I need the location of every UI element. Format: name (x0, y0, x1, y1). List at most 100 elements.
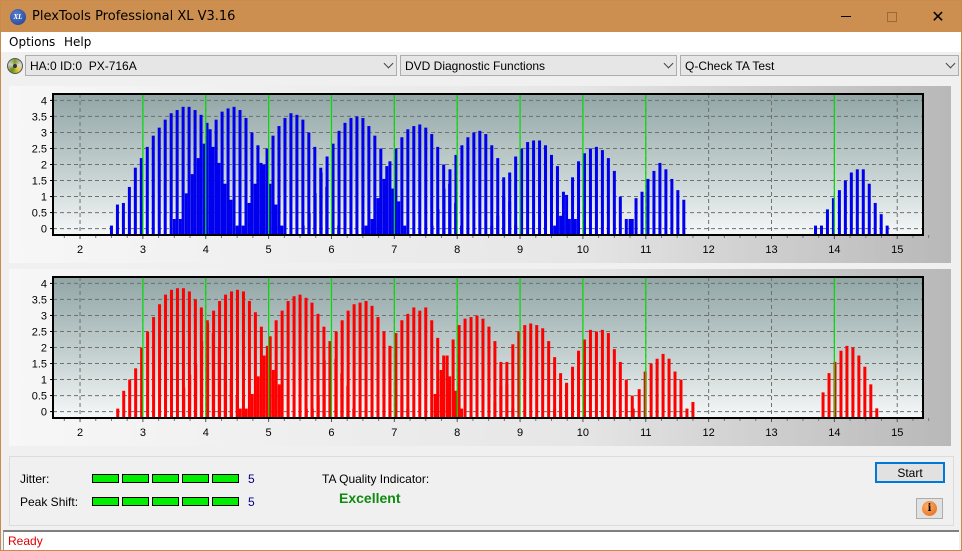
bar (121, 202, 125, 235)
bar (685, 408, 689, 418)
bar (594, 331, 598, 418)
bar (280, 225, 284, 235)
bar (301, 225, 305, 235)
bar (673, 371, 677, 418)
menu-help[interactable]: Help (64, 35, 91, 49)
function-select[interactable]: DVD Diagnostic Functions (400, 55, 677, 76)
bar (238, 110, 242, 235)
bar (122, 390, 126, 418)
y-tick-label: 1.5 (32, 359, 47, 371)
bar (310, 408, 314, 418)
drive-select[interactable]: HA:0 ID:0 PX-716A (25, 55, 397, 76)
minimize-icon (841, 16, 851, 17)
bar (855, 169, 859, 235)
bar (618, 196, 622, 235)
y-tick-label: 0 (41, 224, 47, 236)
bar (370, 218, 374, 235)
maximize-button[interactable] (869, 1, 915, 32)
disc-drive-icon (7, 58, 23, 74)
bar (376, 390, 380, 418)
bar (553, 225, 557, 235)
y-tick-label: 2 (41, 160, 47, 172)
top-chart-panel: 0 0.5 1 1.5 2 2.5 3 3.5 4 2 3 4 5 6 7 8 9 10 11 12 13 14 15 (9, 86, 951, 263)
bar (448, 169, 452, 235)
bar (875, 408, 879, 418)
bar (188, 374, 192, 418)
x-tick-label: 15 (891, 244, 903, 256)
bar (370, 401, 374, 418)
bar (226, 108, 230, 235)
minimize-button[interactable] (823, 1, 869, 32)
bar (388, 161, 392, 235)
info-icon: i (922, 501, 937, 516)
bar (676, 190, 680, 235)
bar (325, 156, 329, 235)
bar (559, 400, 563, 418)
bar (869, 384, 873, 418)
bar (466, 137, 470, 235)
x-tick-label: 2 (77, 244, 83, 256)
bar (277, 384, 281, 418)
title-bar[interactable]: XL PlexTools Professional XL V3.16 ✕ (1, 1, 961, 32)
bar (250, 132, 254, 235)
bar (667, 358, 671, 418)
x-tick-label: 11 (640, 427, 651, 439)
chevron-down-icon (947, 58, 954, 70)
x-tick-label: 3 (140, 244, 146, 256)
test-select-value: Q-Check TA Test (685, 59, 775, 73)
bar (146, 331, 150, 418)
bar (172, 218, 176, 235)
bar (337, 130, 341, 235)
bar (163, 119, 167, 235)
x-tick-label: 12 (703, 244, 715, 256)
bar (451, 339, 455, 418)
bar (211, 146, 215, 235)
bar (538, 140, 542, 235)
status-bar: Ready (3, 530, 959, 550)
start-button[interactable]: Start (875, 462, 945, 483)
bar (280, 310, 284, 418)
bar (412, 307, 416, 418)
bar (271, 135, 275, 235)
bar (418, 124, 422, 235)
bar (116, 408, 120, 418)
bar (628, 218, 632, 235)
peak-shift-meter-segment (122, 497, 149, 506)
x-tick-label: 9 (517, 244, 523, 256)
jitter-meter-segment (152, 474, 179, 483)
menu-options[interactable]: Options (9, 35, 55, 49)
bar (178, 218, 182, 235)
close-button[interactable]: ✕ (915, 1, 961, 32)
bar (175, 110, 179, 235)
jitter-meter (92, 474, 239, 483)
bar (181, 106, 185, 236)
bar (634, 198, 638, 235)
x-tick-label: 7 (391, 427, 397, 439)
bar (406, 313, 410, 418)
bar (571, 366, 575, 418)
info-button[interactable]: i (916, 498, 943, 519)
x-tick-label: 9 (517, 427, 523, 439)
bar (128, 379, 132, 418)
bar (262, 355, 266, 418)
bar (379, 148, 383, 235)
y-tick-label: 3 (41, 127, 47, 139)
bar (286, 301, 290, 418)
bar (555, 166, 559, 235)
bar (821, 392, 825, 418)
x-tick-label: 10 (577, 427, 589, 439)
test-select[interactable]: Q-Check TA Test (680, 55, 959, 76)
peak-shift-meter (92, 497, 239, 506)
bar (442, 188, 446, 235)
bar (511, 344, 515, 418)
peak-shift-label: Peak Shift: (20, 495, 79, 509)
bar (849, 172, 853, 235)
bar (217, 162, 221, 235)
drive-select-value: HA:0 ID:0 PX-716A (30, 59, 137, 73)
x-tick-label: 6 (328, 427, 334, 439)
bar (232, 106, 236, 236)
bar (412, 126, 416, 235)
bar (247, 202, 251, 235)
x-tick-label: 8 (454, 244, 460, 256)
bar (274, 320, 278, 418)
